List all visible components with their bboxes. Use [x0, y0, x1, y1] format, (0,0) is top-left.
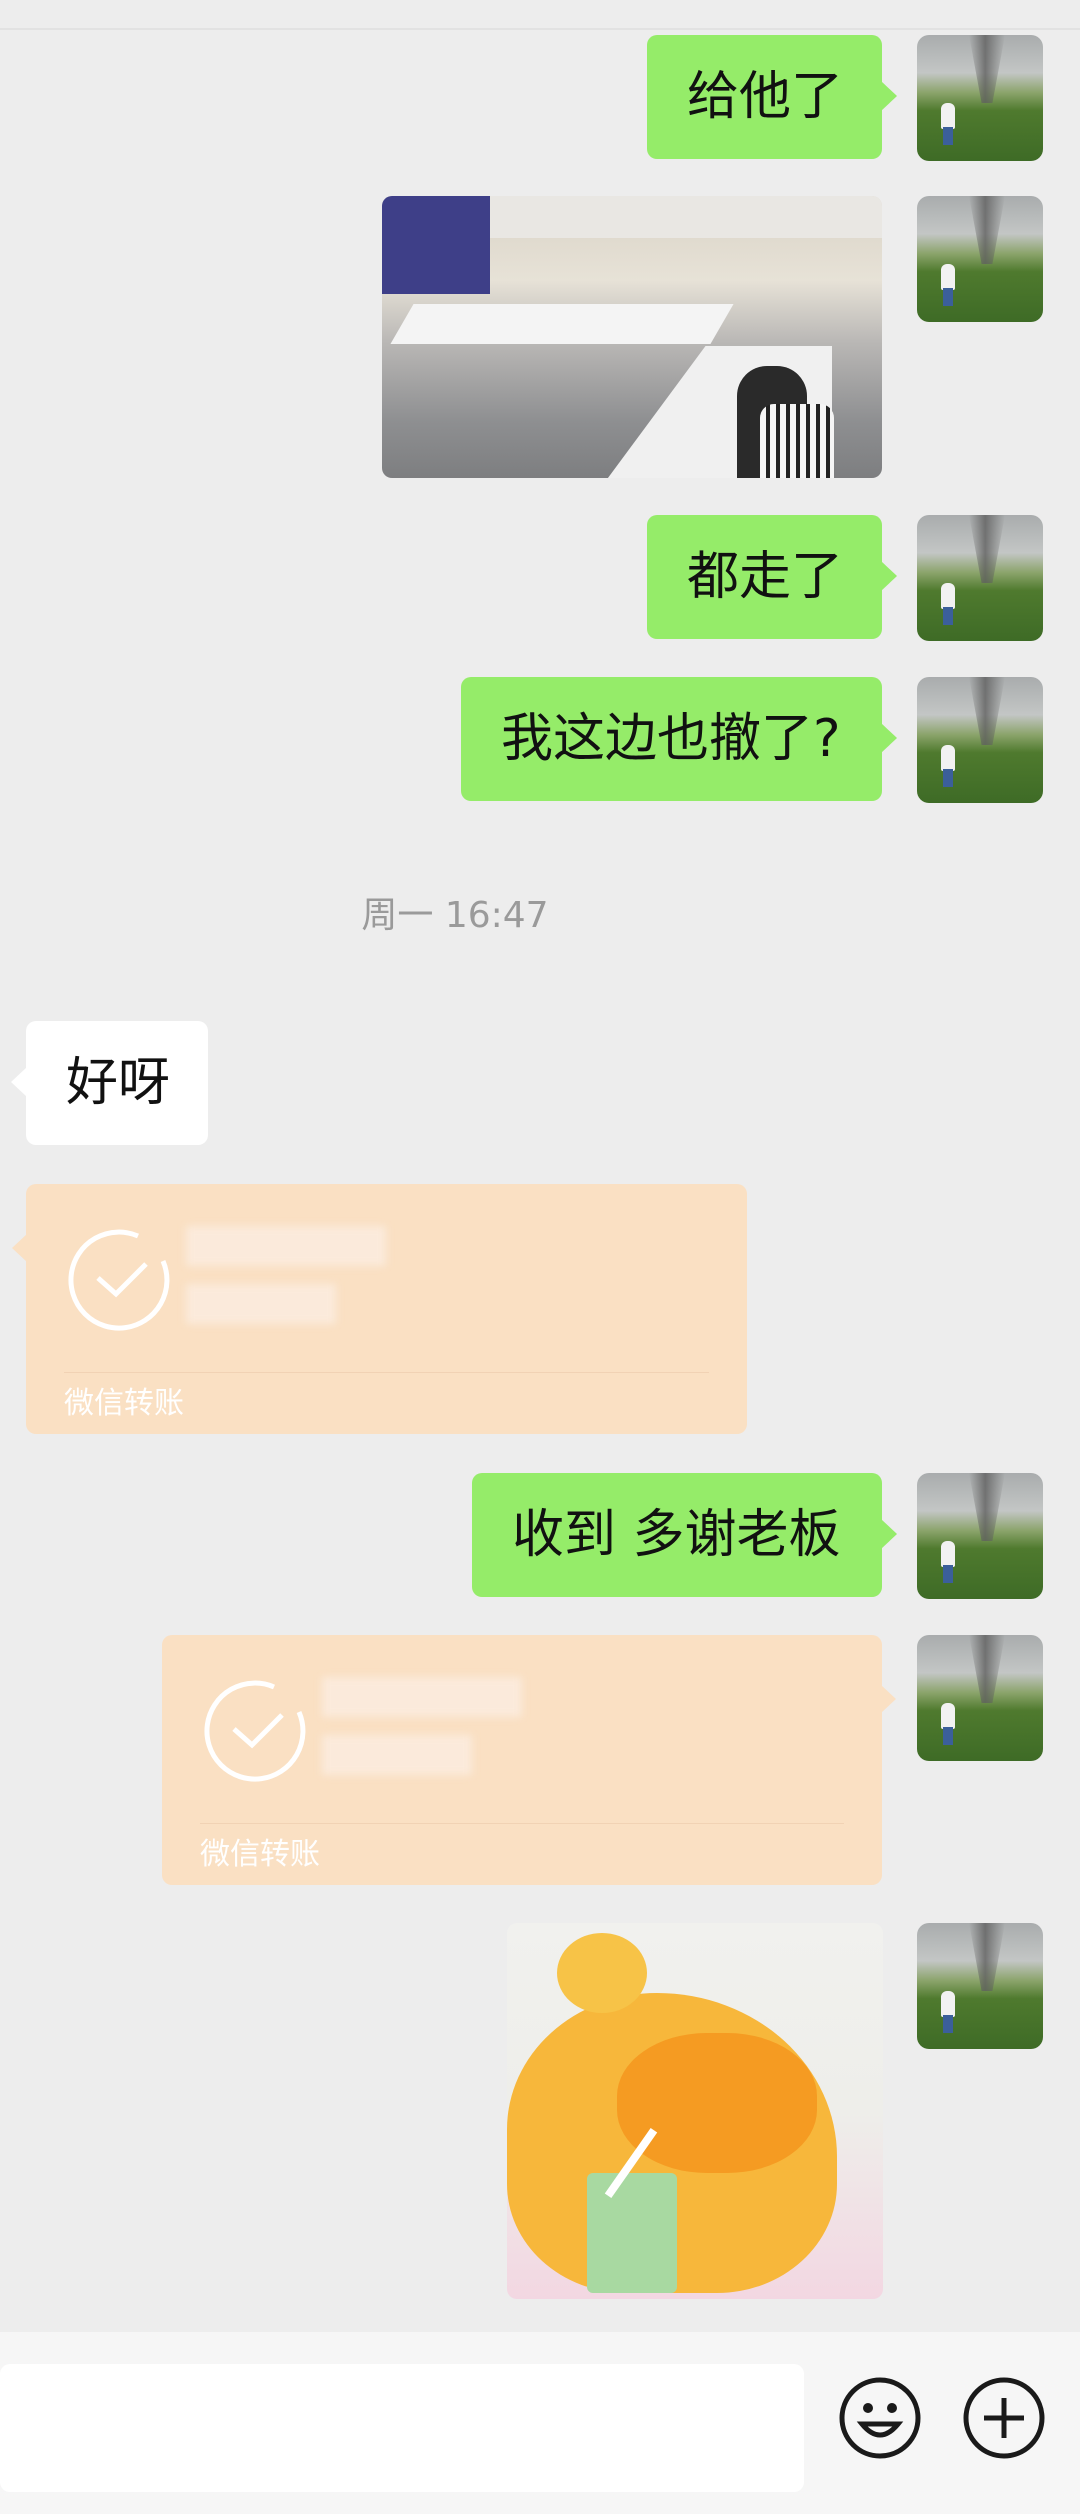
message-text: 我这边也撤了? — [501, 709, 841, 769]
outgoing-message[interactable]: 给他了 — [647, 35, 897, 159]
avatar[interactable] — [917, 196, 1043, 322]
divider — [64, 1372, 709, 1373]
avatar[interactable] — [917, 35, 1043, 161]
outgoing-message[interactable]: 都走了 — [647, 515, 897, 639]
transfer-status-redacted — [186, 1284, 336, 1324]
avatar[interactable] — [917, 1923, 1043, 2049]
outgoing-message[interactable]: 收到 多谢老板 — [472, 1473, 897, 1597]
transfer-label: 微信转账 — [200, 1837, 320, 1872]
orange-bear-sticker[interactable] — [507, 1923, 883, 2299]
message-input[interactable] — [0, 2364, 804, 2492]
avatar[interactable] — [917, 1635, 1043, 1761]
check-circle-icon — [68, 1229, 170, 1331]
transfer-status-redacted — [322, 1735, 472, 1775]
message-text: 给他了 — [687, 67, 844, 127]
plus-icon[interactable] — [962, 2376, 1046, 2460]
avatar[interactable] — [917, 515, 1043, 641]
top-divider — [0, 28, 1080, 30]
avatar[interactable] — [917, 1473, 1043, 1599]
message-text: 好呀 — [66, 1053, 171, 1113]
transfer-card[interactable]: 微信转账 — [162, 1635, 896, 1885]
outgoing-message[interactable]: 我这边也撤了? — [461, 677, 897, 801]
input-bar — [0, 2332, 1080, 2514]
timestamp: 周一 16:47 — [361, 895, 549, 936]
transfer-card[interactable]: 微信转账 — [12, 1184, 747, 1434]
avatar[interactable] — [917, 677, 1043, 803]
message-text: 收到 多谢老板 — [512, 1505, 841, 1565]
exhibition-hall-photo[interactable] — [382, 196, 882, 478]
transfer-amount-redacted — [322, 1677, 522, 1717]
message-text: 都走了 — [687, 547, 844, 607]
incoming-message[interactable]: 好呀 — [11, 1021, 208, 1145]
check-circle-icon — [204, 1680, 306, 1782]
divider — [200, 1823, 844, 1824]
transfer-label: 微信转账 — [64, 1386, 184, 1421]
transfer-amount-redacted — [186, 1226, 386, 1266]
emoji-icon[interactable] — [838, 2376, 922, 2460]
